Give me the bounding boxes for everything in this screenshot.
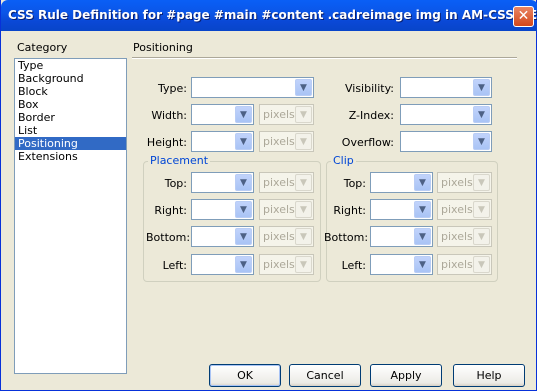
chevron-down-icon: ▼	[473, 201, 490, 218]
chevron-down-icon: ▼	[295, 256, 312, 273]
chevron-down-icon: ▼	[473, 174, 490, 191]
placement-top-unit-value: pixels	[263, 176, 295, 189]
category-label: Category	[17, 41, 68, 54]
chevron-down-icon: ▼	[295, 133, 312, 150]
placement-left-select[interactable]: ▼	[191, 254, 254, 275]
close-icon[interactable]: ✕	[513, 6, 534, 27]
height-label: Height:	[146, 136, 187, 149]
cancel-button[interactable]: Cancel	[289, 364, 361, 387]
category-item-positioning[interactable]: Positioning	[15, 137, 126, 150]
clip-right-label: Right:	[333, 204, 366, 217]
chevron-down-icon[interactable]: ▼	[473, 133, 490, 150]
chevron-down-icon[interactable]: ▼	[235, 106, 252, 123]
placement-top-label: Top:	[164, 177, 187, 190]
chevron-down-icon[interactable]: ▼	[235, 256, 252, 273]
clip-top-label: Top:	[343, 177, 366, 190]
placement-top-unit: pixels ▼	[259, 172, 314, 193]
chevron-down-icon[interactable]: ▼	[473, 106, 490, 123]
chevron-down-icon[interactable]: ▼	[414, 174, 431, 191]
clip-bottom-select[interactable]: ▼	[370, 226, 433, 247]
chevron-down-icon[interactable]: ▼	[235, 201, 252, 218]
placement-right-unit: pixels ▼	[259, 199, 314, 220]
clip-right-select[interactable]: ▼	[370, 199, 433, 220]
clip-top-unit: pixels ▼	[437, 172, 492, 193]
category-item-block[interactable]: Block	[15, 85, 126, 98]
category-item-type[interactable]: Type	[15, 59, 126, 72]
height-unit-select: pixels ▼	[259, 131, 314, 152]
type-select[interactable]: ▼	[191, 77, 314, 98]
chevron-down-icon: ▼	[473, 256, 490, 273]
width-unit: pixels	[263, 108, 295, 121]
clip-left-select[interactable]: ▼	[370, 254, 433, 275]
placement-bottom-select[interactable]: ▼	[191, 226, 254, 247]
chevron-down-icon[interactable]: ▼	[473, 79, 490, 96]
help-button[interactable]: Help	[453, 364, 525, 387]
clip-left-unit-value: pixels	[441, 258, 473, 271]
placement-legend: Placement	[148, 154, 211, 167]
chevron-down-icon: ▼	[295, 174, 312, 191]
overflow-label: Overflow:	[341, 136, 394, 149]
ok-button[interactable]: OK	[209, 364, 281, 387]
section-title: Positioning	[133, 41, 193, 54]
category-item-extensions[interactable]: Extensions	[15, 150, 126, 163]
placement-top-select[interactable]: ▼	[191, 172, 254, 193]
category-item-box[interactable]: Box	[15, 98, 126, 111]
clip-bottom-unit-value: pixels	[441, 230, 473, 243]
clip-top-unit-value: pixels	[441, 176, 473, 189]
clip-bottom-label: Bottom:	[324, 231, 369, 244]
chevron-down-icon[interactable]: ▼	[295, 79, 312, 96]
visibility-select[interactable]: ▼	[400, 77, 492, 98]
visibility-label: Visibility:	[344, 82, 394, 95]
type-label: Type:	[158, 82, 187, 95]
clip-top-select[interactable]: ▼	[370, 172, 433, 193]
chevron-down-icon[interactable]: ▼	[235, 174, 252, 191]
chevron-down-icon[interactable]: ▼	[414, 201, 431, 218]
placement-left-unit: pixels ▼	[259, 254, 314, 275]
chevron-down-icon: ▼	[473, 228, 490, 245]
width-unit-select: pixels ▼	[259, 104, 314, 125]
placement-bottom-unit-value: pixels	[263, 230, 295, 243]
height-unit: pixels	[263, 135, 295, 148]
width-select[interactable]: ▼	[191, 104, 254, 125]
clip-right-unit-value: pixels	[441, 203, 473, 216]
clip-right-unit: pixels ▼	[437, 199, 492, 220]
placement-bottom-unit: pixels ▼	[259, 226, 314, 247]
dialog-body: Category Type Background Block Box Borde…	[4, 31, 533, 387]
chevron-down-icon[interactable]: ▼	[414, 228, 431, 245]
z-index-select[interactable]: ▼	[400, 104, 492, 125]
clip-left-unit: pixels ▼	[437, 254, 492, 275]
clip-legend: Clip	[331, 154, 356, 167]
placement-left-unit-value: pixels	[263, 258, 295, 271]
placement-right-label: Right:	[154, 204, 187, 217]
z-index-label: Z-Index:	[348, 109, 394, 122]
chevron-down-icon[interactable]: ▼	[414, 256, 431, 273]
placement-left-label: Left:	[162, 259, 187, 272]
placement-right-select[interactable]: ▼	[191, 199, 254, 220]
chevron-down-icon: ▼	[295, 228, 312, 245]
height-select[interactable]: ▼	[191, 131, 254, 152]
title-bar[interactable]: CSS Rule Definition for #page #main #con…	[1, 0, 537, 31]
placement-bottom-label: Bottom:	[146, 231, 191, 244]
apply-button[interactable]: Apply	[370, 364, 442, 387]
chevron-down-icon[interactable]: ▼	[235, 228, 252, 245]
window-title: CSS Rule Definition for #page #main #con…	[8, 8, 537, 22]
chevron-down-icon[interactable]: ▼	[235, 133, 252, 150]
chevron-down-icon: ▼	[295, 106, 312, 123]
placement-right-unit-value: pixels	[263, 203, 295, 216]
category-list[interactable]: Type Background Block Box Border List Po…	[14, 58, 127, 374]
category-item-background[interactable]: Background	[15, 72, 126, 85]
dialog-window: CSS Rule Definition for #page #main #con…	[0, 0, 537, 391]
section-divider	[132, 57, 517, 59]
overflow-select[interactable]: ▼	[400, 131, 492, 152]
width-label: Width:	[151, 109, 187, 122]
category-item-border[interactable]: Border	[15, 111, 126, 124]
clip-left-label: Left:	[341, 259, 366, 272]
clip-bottom-unit: pixels ▼	[437, 226, 492, 247]
chevron-down-icon: ▼	[295, 201, 312, 218]
category-item-list[interactable]: List	[15, 124, 126, 137]
